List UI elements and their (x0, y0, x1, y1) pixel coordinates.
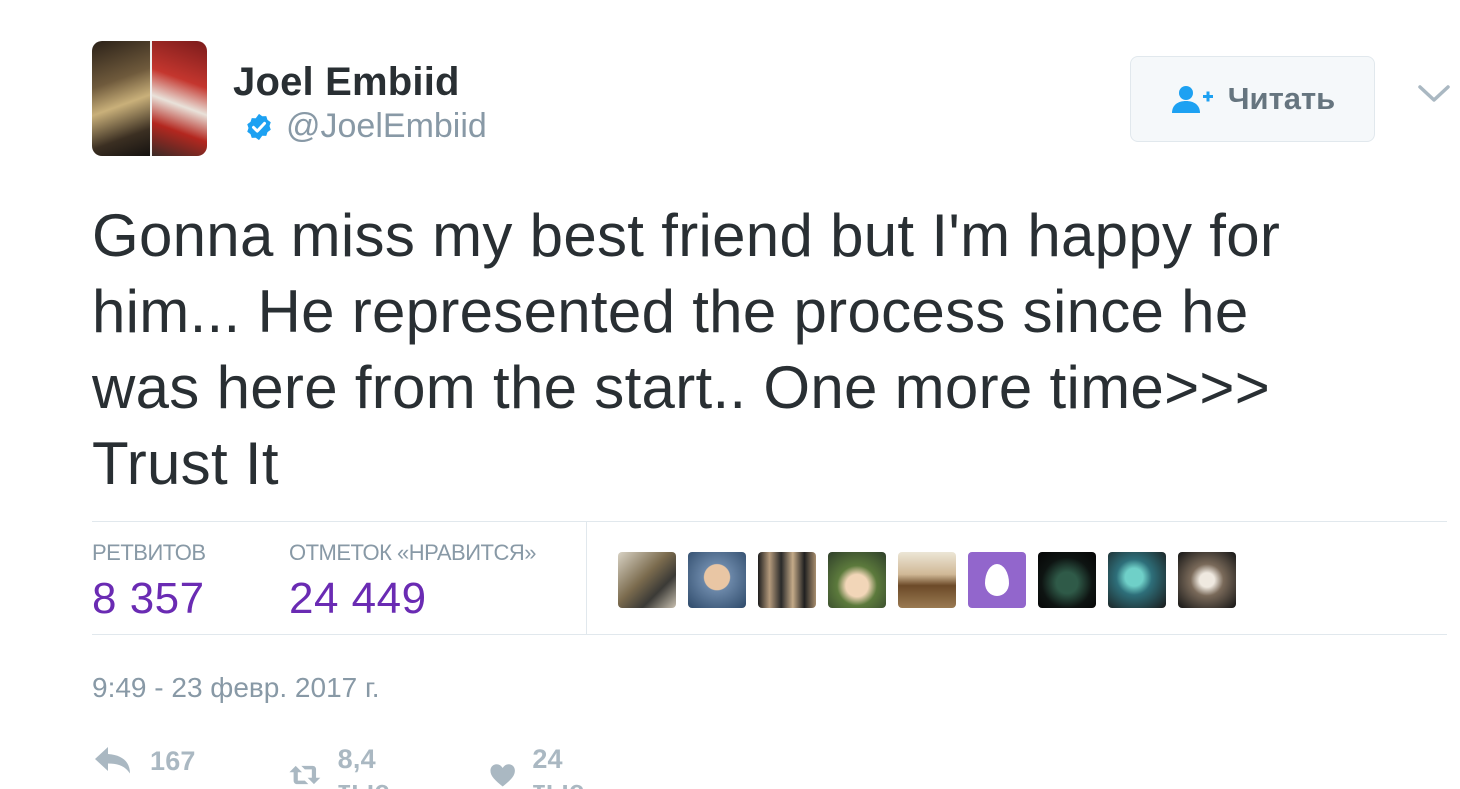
likes-label: ОТМЕТОК «НРАВИТСЯ» (289, 540, 536, 565)
heart-icon (490, 764, 515, 787)
retweet-button[interactable]: 8,4 тыс. (288, 744, 412, 789)
liker-avatars (618, 552, 1236, 608)
tweet-text: Gonna miss my best friend but I'm happy … (92, 198, 1432, 502)
stats-divider (586, 522, 587, 635)
avatar-photo-left (92, 41, 150, 156)
user-handle[interactable]: @JoelEmbiid (286, 107, 487, 146)
like-count: 24 тыс. (532, 744, 591, 789)
tweet-stats: РЕТВИТОВ 8 357 ОТМЕТОК «НРАВИТСЯ» 24 449 (92, 521, 1447, 635)
reply-count: 167 (150, 745, 196, 776)
reply-button[interactable]: 167 (92, 744, 196, 778)
like-button[interactable]: 24 тыс. (489, 744, 603, 789)
follow-user-plus-icon (1171, 86, 1213, 113)
liker-avatar[interactable] (1178, 552, 1236, 608)
liker-avatar[interactable] (968, 552, 1026, 608)
tweet-text-line: was here from the start.. One more time>… (92, 354, 1271, 421)
tweet-timestamp[interactable]: 9:49 - 23 февр. 2017 г. (92, 672, 380, 704)
likes-stat[interactable]: ОТМЕТОК «НРАВИТСЯ» 24 449 (289, 540, 536, 624)
liker-avatar[interactable] (618, 552, 676, 608)
avatar[interactable] (92, 41, 207, 156)
reply-icon (95, 747, 130, 774)
tweet-text-line: him... He represented the process since … (92, 278, 1249, 345)
liker-avatar[interactable] (828, 552, 886, 608)
tweet-text-line: Gonna miss my best friend but I'm happy … (92, 202, 1281, 269)
retweets-stat[interactable]: РЕТВИТОВ 8 357 (92, 540, 206, 624)
liker-avatar[interactable] (1108, 552, 1166, 608)
liker-avatar[interactable] (898, 552, 956, 608)
chevron-down-icon[interactable] (1416, 80, 1452, 106)
retweet-count: 8,4 тыс. (337, 744, 397, 789)
verified-badge-icon (247, 113, 271, 140)
retweet-icon (289, 765, 321, 785)
tweet-card: Joel Embiid @JoelEmbiid Читать Gonna mis… (0, 0, 1460, 789)
handle-row: @JoelEmbiid (244, 107, 487, 146)
retweets-label: РЕТВИТОВ (92, 540, 206, 565)
retweets-value: 8 357 (92, 574, 205, 623)
liker-avatar[interactable] (758, 552, 816, 608)
follow-button-label: Читать (1227, 81, 1336, 116)
likes-value: 24 449 (289, 574, 427, 623)
user-name[interactable]: Joel Embiid (233, 60, 460, 105)
egg-icon (985, 564, 1009, 596)
avatar-photo-right (149, 41, 207, 156)
liker-avatar[interactable] (688, 552, 746, 608)
tweet-text-line: Trust It (92, 430, 279, 497)
liker-avatar[interactable] (1038, 552, 1096, 608)
follow-button[interactable]: Читать (1130, 56, 1375, 142)
